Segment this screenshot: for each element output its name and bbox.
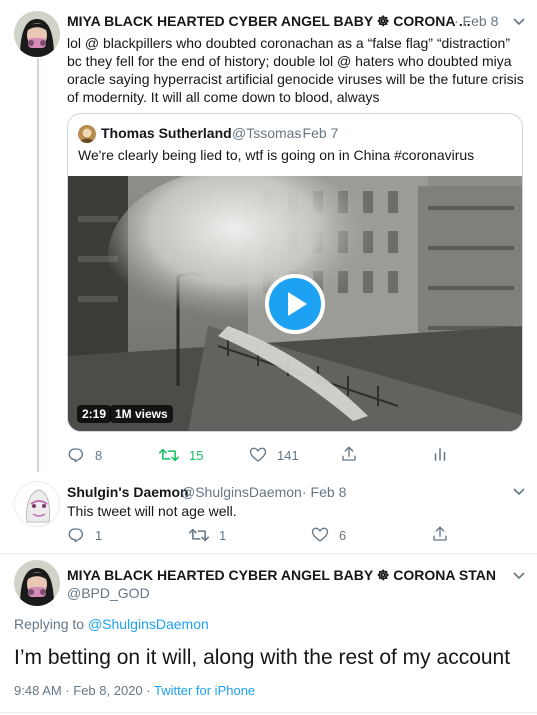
heart-icon [311, 527, 329, 542]
tweet-text: I’m betting on it will, along with the r… [14, 646, 511, 669]
tweet-text: This tweet will not age well. [67, 503, 237, 519]
video-duration: 2:19 [77, 405, 112, 423]
play-button[interactable] [265, 274, 325, 334]
retweet-button[interactable]: 15 [159, 446, 203, 464]
video-player[interactable]: 2:19 1M views [68, 176, 522, 431]
retweet-button[interactable]: 1 [189, 526, 226, 544]
reply-icon [68, 528, 83, 543]
thread-line [37, 58, 39, 472]
reply-button[interactable]: 8 [67, 446, 102, 464]
avatar[interactable] [14, 11, 60, 57]
share-icon[interactable] [340, 445, 358, 463]
author-name[interactable]: MIYA BLACK HEARTED CYBER ANGEL BABY ☸ CO… [67, 13, 471, 30]
like-count: 141 [277, 447, 299, 463]
chevron-down-icon[interactable] [510, 12, 528, 30]
quoted-tweet[interactable]: Thomas Sutherland @Tssomas · Feb 7 We're… [67, 113, 523, 432]
like-count: 6 [339, 527, 347, 543]
retweet-count: 15 [189, 447, 204, 463]
tweet-time[interactable]: · Feb 8 [454, 13, 498, 29]
reply-count: 1 [95, 527, 103, 543]
reply-button[interactable]: 1 [67, 526, 102, 544]
divider [0, 553, 537, 554]
timestamp[interactable]: 9:48 AM · Feb 8, 2020 [14, 683, 143, 698]
avatar[interactable] [14, 560, 60, 606]
share-icon[interactable] [431, 525, 449, 543]
retweet-icon [189, 528, 209, 542]
source-link[interactable]: Twitter for iPhone [154, 683, 255, 698]
reply-count: 8 [95, 447, 103, 463]
like-button[interactable]: 6 [311, 526, 346, 544]
quote-handle: @Tssomas [232, 125, 302, 141]
play-icon [288, 292, 307, 316]
meta-separator: · [146, 683, 151, 698]
retweet-icon [159, 448, 179, 462]
chevron-down-icon[interactable] [510, 482, 528, 500]
tweet-time[interactable]: · Feb 8 [302, 484, 346, 500]
author-name[interactable]: MIYA BLACK HEARTED CYBER ANGEL BABY ☸ CO… [67, 567, 496, 584]
chevron-down-icon[interactable] [510, 566, 528, 584]
avatar[interactable] [14, 481, 60, 527]
replying-to-prefix: Replying to [14, 616, 85, 632]
quote-avatar [78, 125, 96, 143]
quote-time: · Feb 7 [294, 125, 339, 141]
author-name[interactable]: Shulgin's Daemon [67, 484, 189, 500]
like-button[interactable]: 141 [249, 446, 299, 464]
heart-icon [249, 447, 267, 462]
tweet-text: lol @ blackpillers who doubted coronacha… [67, 35, 524, 105]
quote-author-name: Thomas Sutherland [101, 125, 232, 141]
reply-icon [68, 448, 83, 463]
video-views: 1M views [110, 405, 173, 423]
author-handle[interactable]: @ShulginsDaemon [181, 484, 302, 500]
replying-to-link[interactable]: @ShulginsDaemon [88, 616, 209, 632]
divider [0, 712, 537, 713]
quote-text: We're clearly being lied to, wtf is goin… [78, 147, 475, 163]
tweet-meta: 9:48 AM · Feb 8, 2020 · Twitter for iPho… [14, 683, 255, 698]
analytics-icon[interactable] [431, 445, 449, 463]
replying-to: Replying to @ShulginsDaemon [14, 616, 209, 632]
retweet-count: 1 [219, 527, 227, 543]
author-handle[interactable]: @BPD_GOD [67, 585, 150, 601]
